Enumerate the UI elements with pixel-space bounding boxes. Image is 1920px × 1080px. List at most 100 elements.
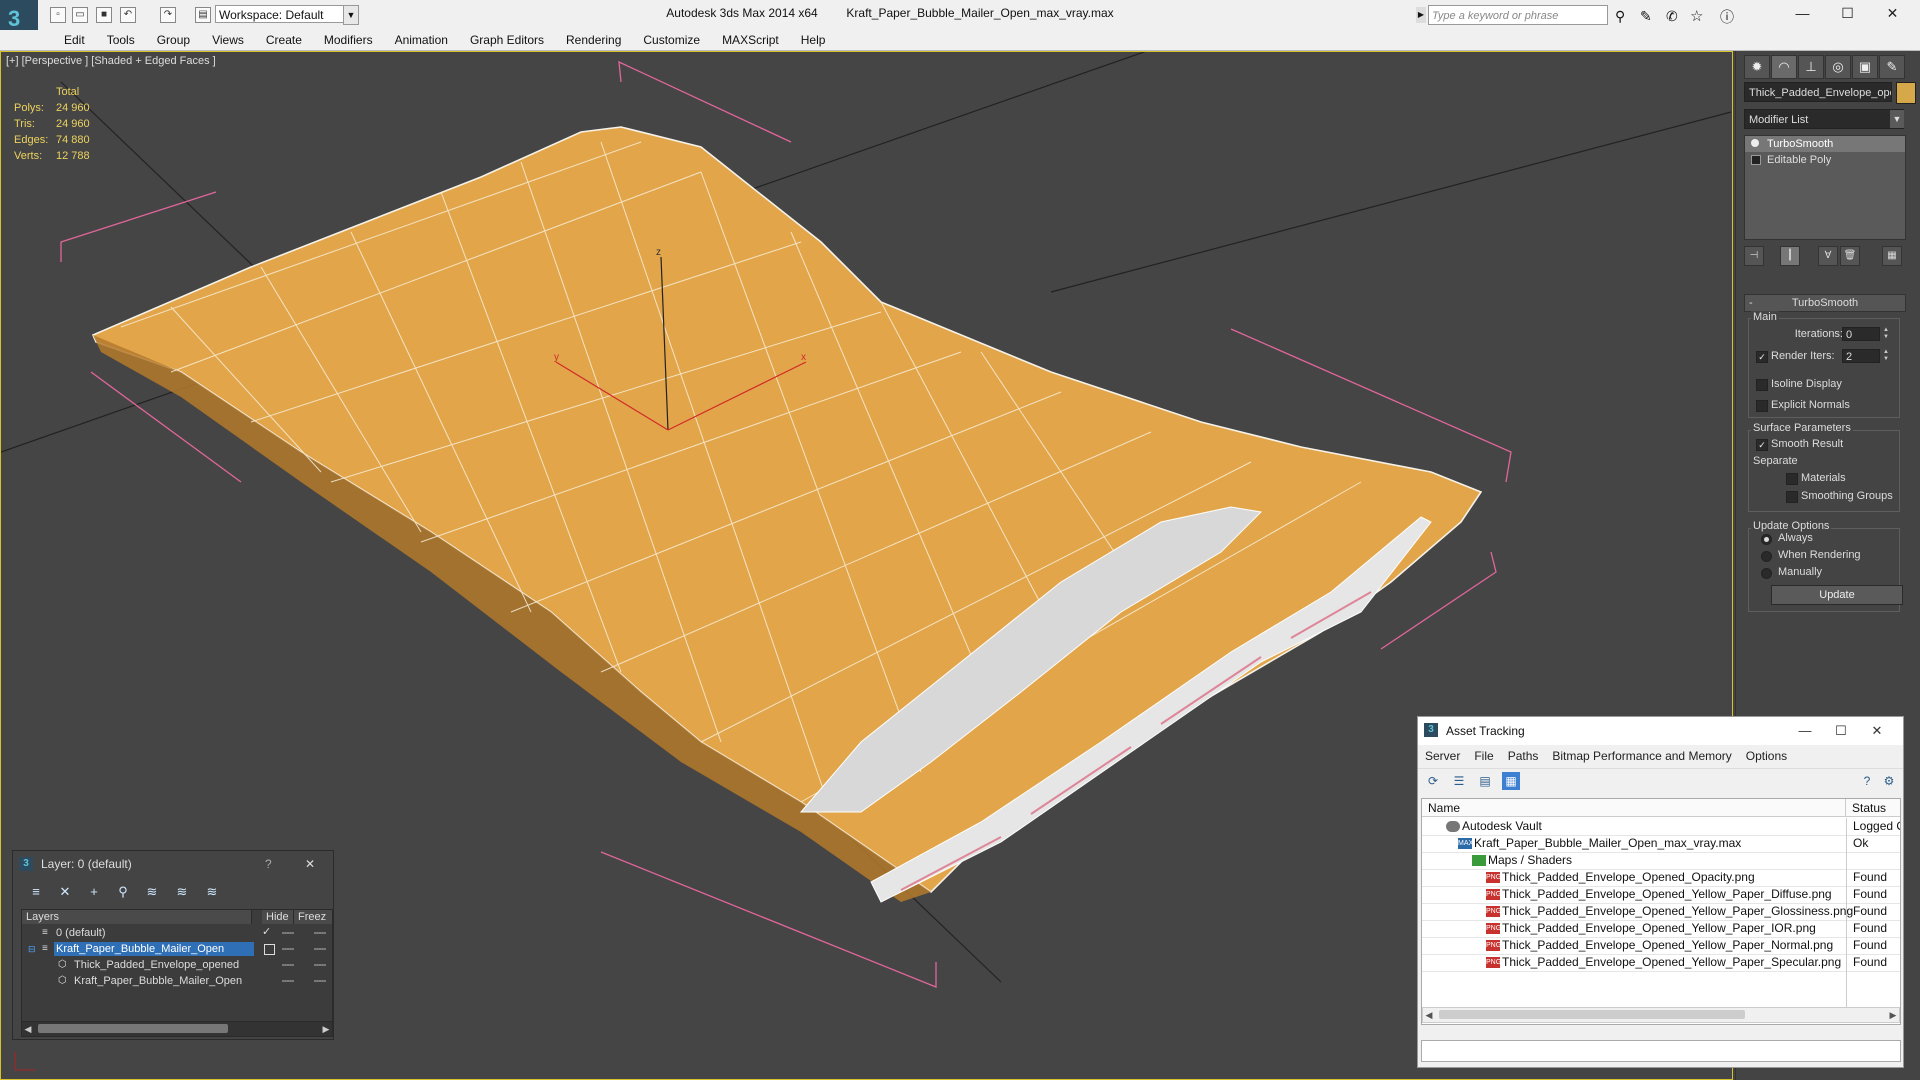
render-iters-checkbox[interactable]: ✓ (1756, 351, 1768, 363)
column-header-name[interactable]: Name (1422, 799, 1846, 817)
maximize-icon[interactable]: ☐ (1823, 717, 1859, 745)
redo-icon[interactable]: ↷ (160, 7, 176, 23)
scroll-thumb[interactable] (1439, 1010, 1745, 1019)
save-icon[interactable]: ■ (96, 7, 112, 23)
layer-row[interactable]: ⬡ Thick_Padded_Envelope_opened (22, 958, 332, 972)
scroll-left-icon[interactable]: ◀ (1423, 1008, 1435, 1022)
asset-menu-options[interactable]: Options (1739, 745, 1794, 767)
scroll-thumb[interactable] (38, 1024, 228, 1033)
hide-toggle[interactable] (282, 964, 294, 966)
table-view-icon[interactable]: ▦ (1502, 772, 1520, 790)
create-layer-icon[interactable]: ≡ (25, 883, 47, 901)
asset-row[interactable]: PNG Thick_Padded_Envelope_Opened_Yellow_… (1422, 920, 1900, 938)
menu-create[interactable]: Create (255, 30, 313, 50)
hide-toggle[interactable] (282, 980, 294, 982)
modifier-list-dropdown[interactable]: Modifier List (1744, 109, 1904, 129)
menu-graph-editors[interactable]: Graph Editors (459, 30, 555, 50)
lightbulb-icon[interactable] (1751, 139, 1759, 147)
scroll-right-icon[interactable]: ▶ (1887, 1008, 1899, 1022)
layer-row[interactable]: ≡ 0 (default) ✓ (22, 926, 332, 940)
smoothing-groups-checkbox[interactable] (1786, 491, 1798, 503)
freeze-toggle[interactable] (314, 980, 326, 982)
menu-modifiers[interactable]: Modifiers (313, 30, 384, 50)
expand-box-icon[interactable] (1751, 155, 1761, 165)
close-icon[interactable]: ✕ (305, 851, 315, 877)
turbosmooth-rollout-header[interactable]: - TurboSmooth (1744, 294, 1906, 312)
stack-item-editable-poly[interactable]: Editable Poly (1745, 152, 1905, 168)
make-unique-icon[interactable]: ∀ (1818, 246, 1838, 266)
refresh-icon[interactable]: ⟳ (1424, 772, 1442, 790)
explicit-normals-checkbox[interactable] (1756, 400, 1768, 412)
binoculars-icon[interactable]: ⚲ (1615, 8, 1625, 25)
column-header-status[interactable]: Status (1846, 799, 1900, 817)
remove-modifier-icon[interactable]: 🗑 (1840, 246, 1860, 266)
asset-menu-paths[interactable]: Paths (1501, 745, 1546, 767)
hierarchy-tab-icon[interactable]: ⊥ (1798, 55, 1824, 79)
configure-sets-icon[interactable]: ▦ (1882, 246, 1902, 266)
favorites-star-icon[interactable]: ☆ (1690, 7, 1703, 25)
search-input[interactable]: Type a keyword or phrase (1428, 5, 1608, 25)
asset-row[interactable]: Maps / Shaders (1422, 852, 1900, 870)
display-tab-icon[interactable]: ▣ (1852, 55, 1878, 79)
add-to-layer-icon[interactable]: + (83, 883, 105, 901)
list-view-icon[interactable]: ☰ (1450, 772, 1468, 790)
freeze-all-layers-icon[interactable]: ≋ (201, 883, 223, 901)
help-icon[interactable]: ⓘ (1720, 7, 1734, 27)
undo-icon[interactable]: ↶ (120, 7, 136, 23)
pin-stack-icon[interactable]: ⊣ (1744, 246, 1764, 266)
layer-row[interactable]: ⊟ ≡ Kraft_Paper_Bubble_Mailer_Open (22, 942, 332, 956)
asset-window-title-bar[interactable]: 3 Asset Tracking — ☐ ✕ (1418, 717, 1903, 745)
select-in-layer-icon[interactable]: ⚲ (112, 883, 134, 901)
communication-icon[interactable]: ✆ (1666, 8, 1678, 25)
materials-checkbox[interactable] (1786, 473, 1798, 485)
minimize-icon[interactable]: — (1787, 717, 1823, 745)
asset-row[interactable]: PNG Thick_Padded_Envelope_Opened_Yellow_… (1422, 903, 1900, 921)
utilities-tab-icon[interactable]: ✎ (1879, 55, 1905, 79)
iterations-spinner[interactable]: 0 (1842, 327, 1880, 341)
subscription-icon[interactable]: ✎ (1640, 8, 1652, 25)
column-header-freeze[interactable]: Freez (294, 910, 332, 924)
when-rendering-radio[interactable] (1761, 551, 1772, 562)
menu-rendering[interactable]: Rendering (555, 30, 632, 50)
menu-group[interactable]: Group (146, 30, 201, 50)
layer-row[interactable]: ⬡ Kraft_Paper_Bubble_Mailer_Open (22, 974, 332, 988)
asset-row[interactable]: PNG Thick_Padded_Envelope_Opened_Yellow_… (1422, 954, 1900, 972)
smooth-result-checkbox[interactable]: ✓ (1756, 439, 1768, 451)
menu-animation[interactable]: Animation (384, 30, 459, 50)
asset-horizontal-scrollbar[interactable]: ◀ ▶ (1422, 1007, 1900, 1023)
freeze-toggle[interactable] (314, 948, 326, 950)
motion-tab-icon[interactable]: ◎ (1825, 55, 1851, 79)
scroll-left-icon[interactable]: ◀ (22, 1022, 34, 1036)
spinner-arrows-icon[interactable]: ▲ ▼ (1882, 349, 1890, 363)
object-name-field[interactable]: Thick_Padded_Envelope_ope (1744, 82, 1892, 102)
chevron-down-icon[interactable]: ▼ (1890, 110, 1904, 128)
thumbnail-view-icon[interactable]: ▤ (1476, 772, 1494, 790)
freeze-toggle[interactable] (314, 932, 326, 934)
asset-menu-file[interactable]: File (1467, 745, 1500, 767)
asset-row[interactable]: MAX Kraft_Paper_Bubble_Mailer_Open_max_v… (1422, 835, 1900, 853)
asset-menu-server[interactable]: Server (1418, 745, 1467, 767)
help-icon[interactable]: ? (1858, 772, 1876, 790)
stack-item-turbosmooth[interactable]: TurboSmooth (1745, 136, 1905, 152)
asset-row[interactable]: PNG Thick_Padded_Envelope_Opened_Yellow_… (1422, 937, 1900, 955)
show-end-result-icon[interactable]: ┃ (1780, 246, 1800, 266)
object-color-swatch[interactable] (1896, 82, 1916, 104)
hide-toggle[interactable] (282, 948, 294, 950)
scroll-right-icon[interactable]: ▶ (320, 1022, 332, 1036)
close-icon[interactable]: ✕ (1870, 0, 1915, 28)
help-button[interactable]: ? (265, 851, 272, 877)
modify-tab-icon[interactable]: ◠ (1771, 55, 1797, 79)
chevron-down-icon[interactable]: ▼ (343, 5, 359, 25)
active-layer-check-icon[interactable]: ✓ (262, 925, 271, 939)
column-header-hide[interactable]: Hide (262, 910, 294, 924)
search-expand-icon[interactable]: ▶ (1416, 7, 1426, 23)
open-file-icon[interactable]: ▭ (72, 7, 88, 23)
highlight-layer-icon[interactable]: ≋ (141, 883, 163, 901)
collapse-icon[interactable]: ⊟ (28, 942, 36, 956)
maximize-icon[interactable]: ☐ (1825, 0, 1870, 28)
current-layer-box-icon[interactable] (264, 944, 275, 955)
update-button[interactable]: Update (1771, 585, 1903, 605)
menu-views[interactable]: Views (201, 30, 255, 50)
hide-toggle[interactable] (282, 932, 294, 934)
menu-maxscript[interactable]: MAXScript (711, 30, 790, 50)
